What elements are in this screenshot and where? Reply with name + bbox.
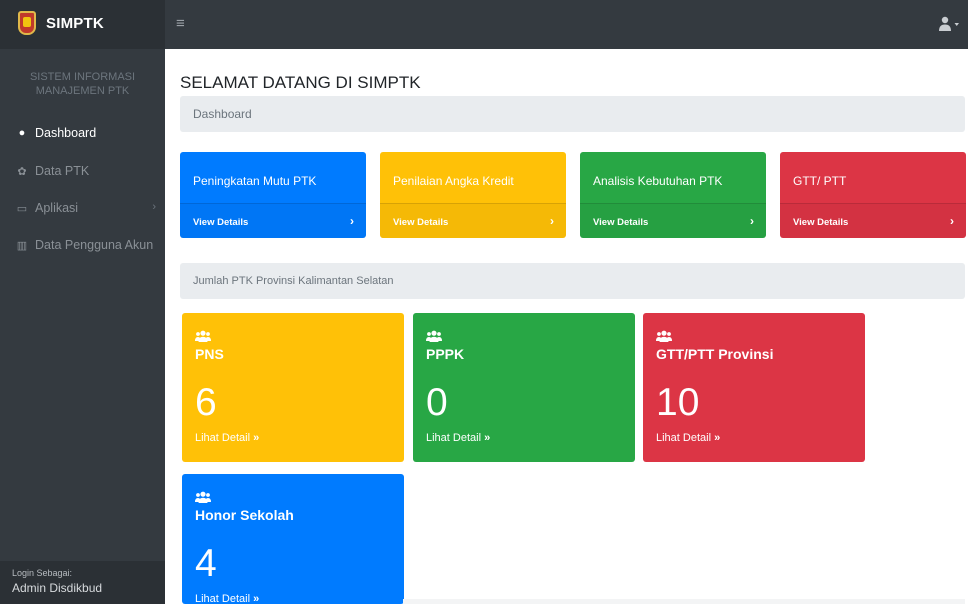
view-details-link[interactable]: View Details xyxy=(193,217,248,228)
sidebar-item-label: Data Pengguna Akun xyxy=(35,238,154,252)
login-user-name: Admin Disdikbud xyxy=(12,581,103,595)
brand-name: SIMPTK xyxy=(46,15,104,32)
stat-card-honor-sekolah: Honor Sekolah 4 Lihat Detail » xyxy=(182,474,404,604)
page-title: SELAMAT DATANG DI SIMPTK xyxy=(180,73,421,92)
stat-card-pppk: PPPK 0 Lihat Detail » xyxy=(413,313,635,462)
card-gtt-ptt[interactable]: GTT/ PTT View Details › xyxy=(780,152,966,238)
sidebar-heading: SISTEM INFORMASI MANAJEMEN PTK xyxy=(0,70,165,98)
users-icon xyxy=(195,330,211,342)
card-penilaian-angka-kredit[interactable]: Penilaian Angka Kredit View Details › xyxy=(380,152,566,238)
sidebar-item-dashboard[interactable]: ● Dashboard xyxy=(0,115,165,151)
stat-card-gtt-ptt-provinsi: GTT/PTT Provinsi 10 Lihat Detail » xyxy=(643,313,865,462)
double-chevron-right-icon: » xyxy=(253,593,260,604)
lihat-detail-link[interactable]: Lihat Detail » xyxy=(195,593,259,604)
stat-value: 10 xyxy=(656,381,700,424)
info-label: Jumlah PTK Provinsi Kalimantan Selatan xyxy=(193,275,394,287)
users-icon xyxy=(656,330,672,342)
users-icon xyxy=(426,330,442,342)
breadcrumb: Dashboard xyxy=(180,96,965,132)
login-label: Login Sebagai: xyxy=(12,568,73,578)
link-label: Lihat Detail xyxy=(656,432,712,444)
card-title: GTT/ PTT xyxy=(793,174,847,188)
chevron-right-icon: › xyxy=(950,214,954,228)
view-details-link[interactable]: View Details xyxy=(593,217,648,228)
card-footer[interactable]: View Details › xyxy=(380,203,566,238)
link-label: Lihat Detail xyxy=(426,432,482,444)
sidebar-heading-line-2: MANAJEMEN PTK xyxy=(35,85,130,97)
lihat-detail-link[interactable]: Lihat Detail » xyxy=(195,432,259,444)
double-chevron-right-icon: » xyxy=(484,432,491,444)
sidebar: SISTEM INFORMASI MANAJEMEN PTK ● Dashboa… xyxy=(0,49,165,604)
chart-icon: ▥ xyxy=(16,239,28,252)
chevron-right-icon: › xyxy=(550,214,554,228)
main-content: SELAMAT DATANG DI SIMPTK Dashboard Penin… xyxy=(165,49,968,604)
user-icon[interactable] xyxy=(938,16,960,32)
breadcrumb-item: Dashboard xyxy=(193,107,252,121)
link-label: Lihat Detail xyxy=(195,593,251,604)
link-label: Lihat Detail xyxy=(195,432,251,444)
stat-title: PPPK xyxy=(426,346,465,362)
hamburger-icon[interactable]: ≡ xyxy=(176,15,185,32)
card-title: Analisis Kebutuhan PTK xyxy=(593,174,723,188)
stat-value: 4 xyxy=(195,542,217,585)
view-details-link[interactable]: View Details xyxy=(793,217,848,228)
top-navbar: SIMPTK ≡ xyxy=(0,0,968,49)
sidebar-item-aplikasi[interactable]: ▭ Aplikasi › xyxy=(0,190,165,226)
chevron-right-icon: › xyxy=(750,214,754,228)
stat-title: GTT/PTT Provinsi xyxy=(656,346,774,362)
footer-divider xyxy=(403,599,965,604)
view-details-link[interactable]: View Details xyxy=(393,217,448,228)
sidebar-footer: Login Sebagai: Admin Disdikbud xyxy=(0,561,165,604)
sidebar-item-data-pengguna-akun[interactable]: ▥ Data Pengguna Akun xyxy=(0,227,165,263)
sidebar-heading-line-1: SISTEM INFORMASI xyxy=(29,71,136,83)
laptop-icon: ▭ xyxy=(16,202,28,215)
card-peningkatan-mutu-ptk[interactable]: Peningkatan Mutu PTK View Details › xyxy=(180,152,366,238)
lihat-detail-link[interactable]: Lihat Detail » xyxy=(426,432,490,444)
users-icon xyxy=(195,491,211,503)
brand-area[interactable]: SIMPTK xyxy=(0,0,165,49)
dashboard-icon: ● xyxy=(18,127,26,139)
stat-card-pns: PNS 6 Lihat Detail » xyxy=(182,313,404,462)
card-footer[interactable]: View Details › xyxy=(580,203,766,238)
card-title: Penilaian Angka Kredit xyxy=(393,174,514,188)
stat-title: PNS xyxy=(195,346,224,362)
stat-value: 0 xyxy=(426,381,448,424)
sidebar-item-label: Data PTK xyxy=(35,164,90,178)
info-bar: Jumlah PTK Provinsi Kalimantan Selatan xyxy=(180,263,965,299)
lihat-detail-link[interactable]: Lihat Detail » xyxy=(656,432,720,444)
sidebar-item-label: Dashboard xyxy=(35,126,97,140)
card-title: Peningkatan Mutu PTK xyxy=(193,174,317,188)
sidebar-item-label: Aplikasi xyxy=(35,201,79,215)
double-chevron-right-icon: » xyxy=(714,432,721,444)
double-chevron-right-icon: » xyxy=(253,432,260,444)
chevron-right-icon: › xyxy=(350,214,354,228)
chevron-right-icon: › xyxy=(152,201,156,213)
card-footer[interactable]: View Details › xyxy=(180,203,366,238)
provincial-logo-icon xyxy=(18,11,36,35)
users-icon: ✿ xyxy=(17,165,27,178)
stat-title: Honor Sekolah xyxy=(195,507,294,523)
card-footer[interactable]: View Details › xyxy=(780,203,966,238)
sidebar-item-data-ptk[interactable]: ✿ Data PTK xyxy=(0,153,165,189)
card-analisis-kebutuhan-ptk[interactable]: Analisis Kebutuhan PTK View Details › xyxy=(580,152,766,238)
stat-value: 6 xyxy=(195,381,217,424)
